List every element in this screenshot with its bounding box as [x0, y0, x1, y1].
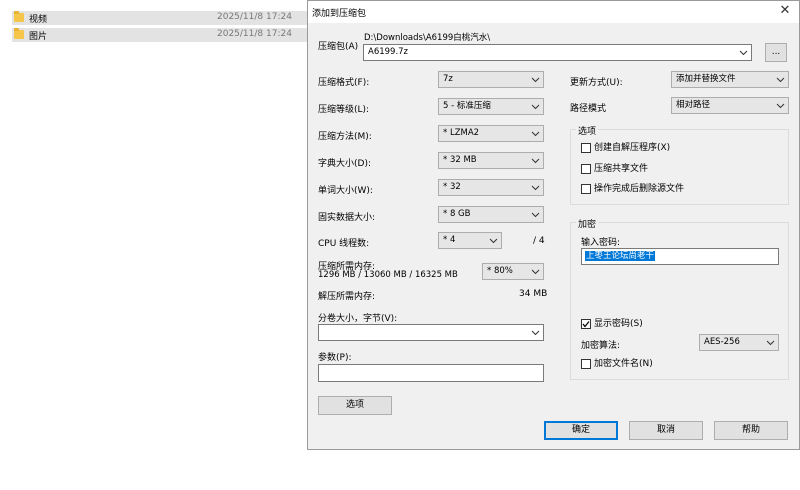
file-name: 视频 — [29, 15, 48, 25]
level-label: 压缩等级(L): — [318, 105, 370, 115]
mem-detail: 1296 MB / 13060 MB / 16325 MB — [318, 270, 458, 280]
algo-select[interactable]: AES-256 — [699, 334, 779, 351]
path-mode-value: 相对路径 — [676, 100, 711, 110]
close-icon[interactable]: ✕ — [777, 3, 793, 19]
checkbox-box — [581, 143, 591, 153]
chevron-down-icon — [766, 335, 775, 350]
dict-select[interactable]: * 32 MB — [438, 152, 544, 169]
browse-button[interactable]: ... — [765, 43, 787, 62]
cpu-value: * 4 — [443, 235, 456, 245]
ok-button[interactable]: 确定 — [544, 421, 618, 440]
level-value: 5 - 标准压缩 — [443, 101, 491, 111]
shared-files-label: 压缩共享文件 — [594, 164, 649, 174]
cancel-button[interactable]: 取消 — [629, 421, 703, 440]
algo-value: AES-256 — [704, 337, 740, 347]
chevron-down-icon — [531, 180, 540, 195]
password-label: 输入密码: — [581, 238, 621, 248]
checkbox-box — [581, 359, 591, 369]
archive-name-value: A6199.7z — [368, 47, 409, 57]
password-input[interactable]: 上枣王论坛尚老干 — [581, 248, 779, 265]
chevron-down-icon — [531, 153, 540, 168]
chevron-down-icon — [531, 126, 540, 141]
file-name: 图片 — [29, 32, 48, 42]
file-date: 2025/11/8 17:24 — [217, 12, 292, 22]
word-value: * 32 — [443, 182, 461, 192]
checkbox-box — [581, 319, 591, 329]
encryption-group-title: 加密 — [576, 217, 599, 230]
folder-icon — [14, 11, 24, 22]
chevron-down-icon — [531, 264, 540, 279]
cpu-label: CPU 线程数: — [318, 239, 370, 249]
archive-name-combo[interactable]: A6199.7z — [363, 44, 752, 61]
chevron-down-icon — [776, 98, 785, 113]
check-icon — [582, 321, 590, 328]
word-label: 单词大小(W): — [318, 186, 373, 196]
cpu-select[interactable]: * 4 — [438, 232, 502, 249]
chevron-down-icon — [739, 45, 748, 60]
word-select[interactable]: * 32 — [438, 179, 544, 196]
split-label: 分卷大小，字节(V): — [318, 314, 398, 324]
folder-icon — [14, 28, 24, 39]
file-row-videos[interactable]: 视频 2025/11/8 17:24 — [12, 11, 307, 25]
options-button[interactable]: 选项 — [318, 396, 392, 415]
chevron-down-icon — [489, 233, 498, 248]
add-to-archive-dialog: 添加到压缩包 ✕ 压缩包(A) D:\Downloads\A6199白桃汽水\ … — [307, 0, 800, 450]
params-input[interactable] — [318, 364, 544, 382]
encrypt-names-label: 加密文件名(N) — [594, 359, 653, 369]
format-value: 7z — [443, 74, 453, 84]
method-select[interactable]: * LZMA2 — [438, 125, 544, 142]
level-select[interactable]: 5 - 标准压缩 — [438, 98, 544, 115]
chevron-down-icon — [531, 72, 540, 87]
chevron-down-icon — [531, 325, 540, 340]
format-select[interactable]: 7z — [438, 71, 544, 88]
show-password-label: 显示密码(S) — [594, 319, 643, 329]
mem-select[interactable]: * 80% — [482, 263, 544, 280]
path-mode-select[interactable]: 相对路径 — [671, 97, 789, 114]
dialog-title: 添加到压缩包 — [312, 9, 367, 19]
archive-path: D:\Downloads\A6199白桃汽水\ — [364, 33, 491, 43]
archive-label: 压缩包(A) — [318, 42, 359, 52]
dict-label: 字典大小(D): — [318, 159, 371, 169]
split-combo[interactable] — [318, 324, 544, 341]
checkbox-box — [581, 184, 591, 194]
solid-label: 固实数据大小: — [318, 213, 376, 223]
chevron-down-icon — [531, 99, 540, 114]
sfx-label: 创建自解压程序(X) — [594, 143, 671, 153]
mem-value: * 80% — [487, 266, 513, 276]
checkbox-box — [581, 164, 591, 174]
cpu-total: / 4 — [533, 236, 545, 246]
options-group-title: 选项 — [576, 124, 599, 137]
chevron-down-icon — [776, 72, 785, 87]
path-mode-label: 路径模式 — [570, 104, 607, 114]
file-explorer: 视频 2025/11/8 17:24 图片 2025/11/8 17:24 — [0, 0, 307, 490]
chevron-down-icon — [531, 207, 540, 222]
dialog-titlebar: 添加到压缩包 ✕ — [308, 1, 799, 23]
solid-value: * 8 GB — [443, 209, 471, 219]
password-value: 上枣王论坛尚老干 — [585, 251, 656, 261]
delete-after-label: 操作完成后删除源文件 — [594, 184, 685, 194]
decomp-label: 解压所需内存: — [318, 292, 376, 302]
update-label: 更新方式(U): — [570, 78, 623, 88]
method-label: 压缩方法(M): — [318, 132, 372, 142]
params-label: 参数(P): — [318, 353, 352, 363]
update-select[interactable]: 添加并替换文件 — [671, 71, 789, 88]
file-row-pictures[interactable]: 图片 2025/11/8 17:24 — [12, 28, 307, 42]
file-date: 2025/11/8 17:24 — [217, 29, 292, 39]
solid-select[interactable]: * 8 GB — [438, 206, 544, 223]
help-button[interactable]: 帮助 — [714, 421, 788, 440]
format-label: 压缩格式(F): — [318, 78, 370, 88]
dict-value: * 32 MB — [443, 155, 477, 165]
method-value: * LZMA2 — [443, 128, 480, 138]
algo-label: 加密算法: — [581, 341, 621, 351]
decomp-value: 34 MB — [519, 289, 548, 299]
update-value: 添加并替换文件 — [676, 74, 736, 84]
